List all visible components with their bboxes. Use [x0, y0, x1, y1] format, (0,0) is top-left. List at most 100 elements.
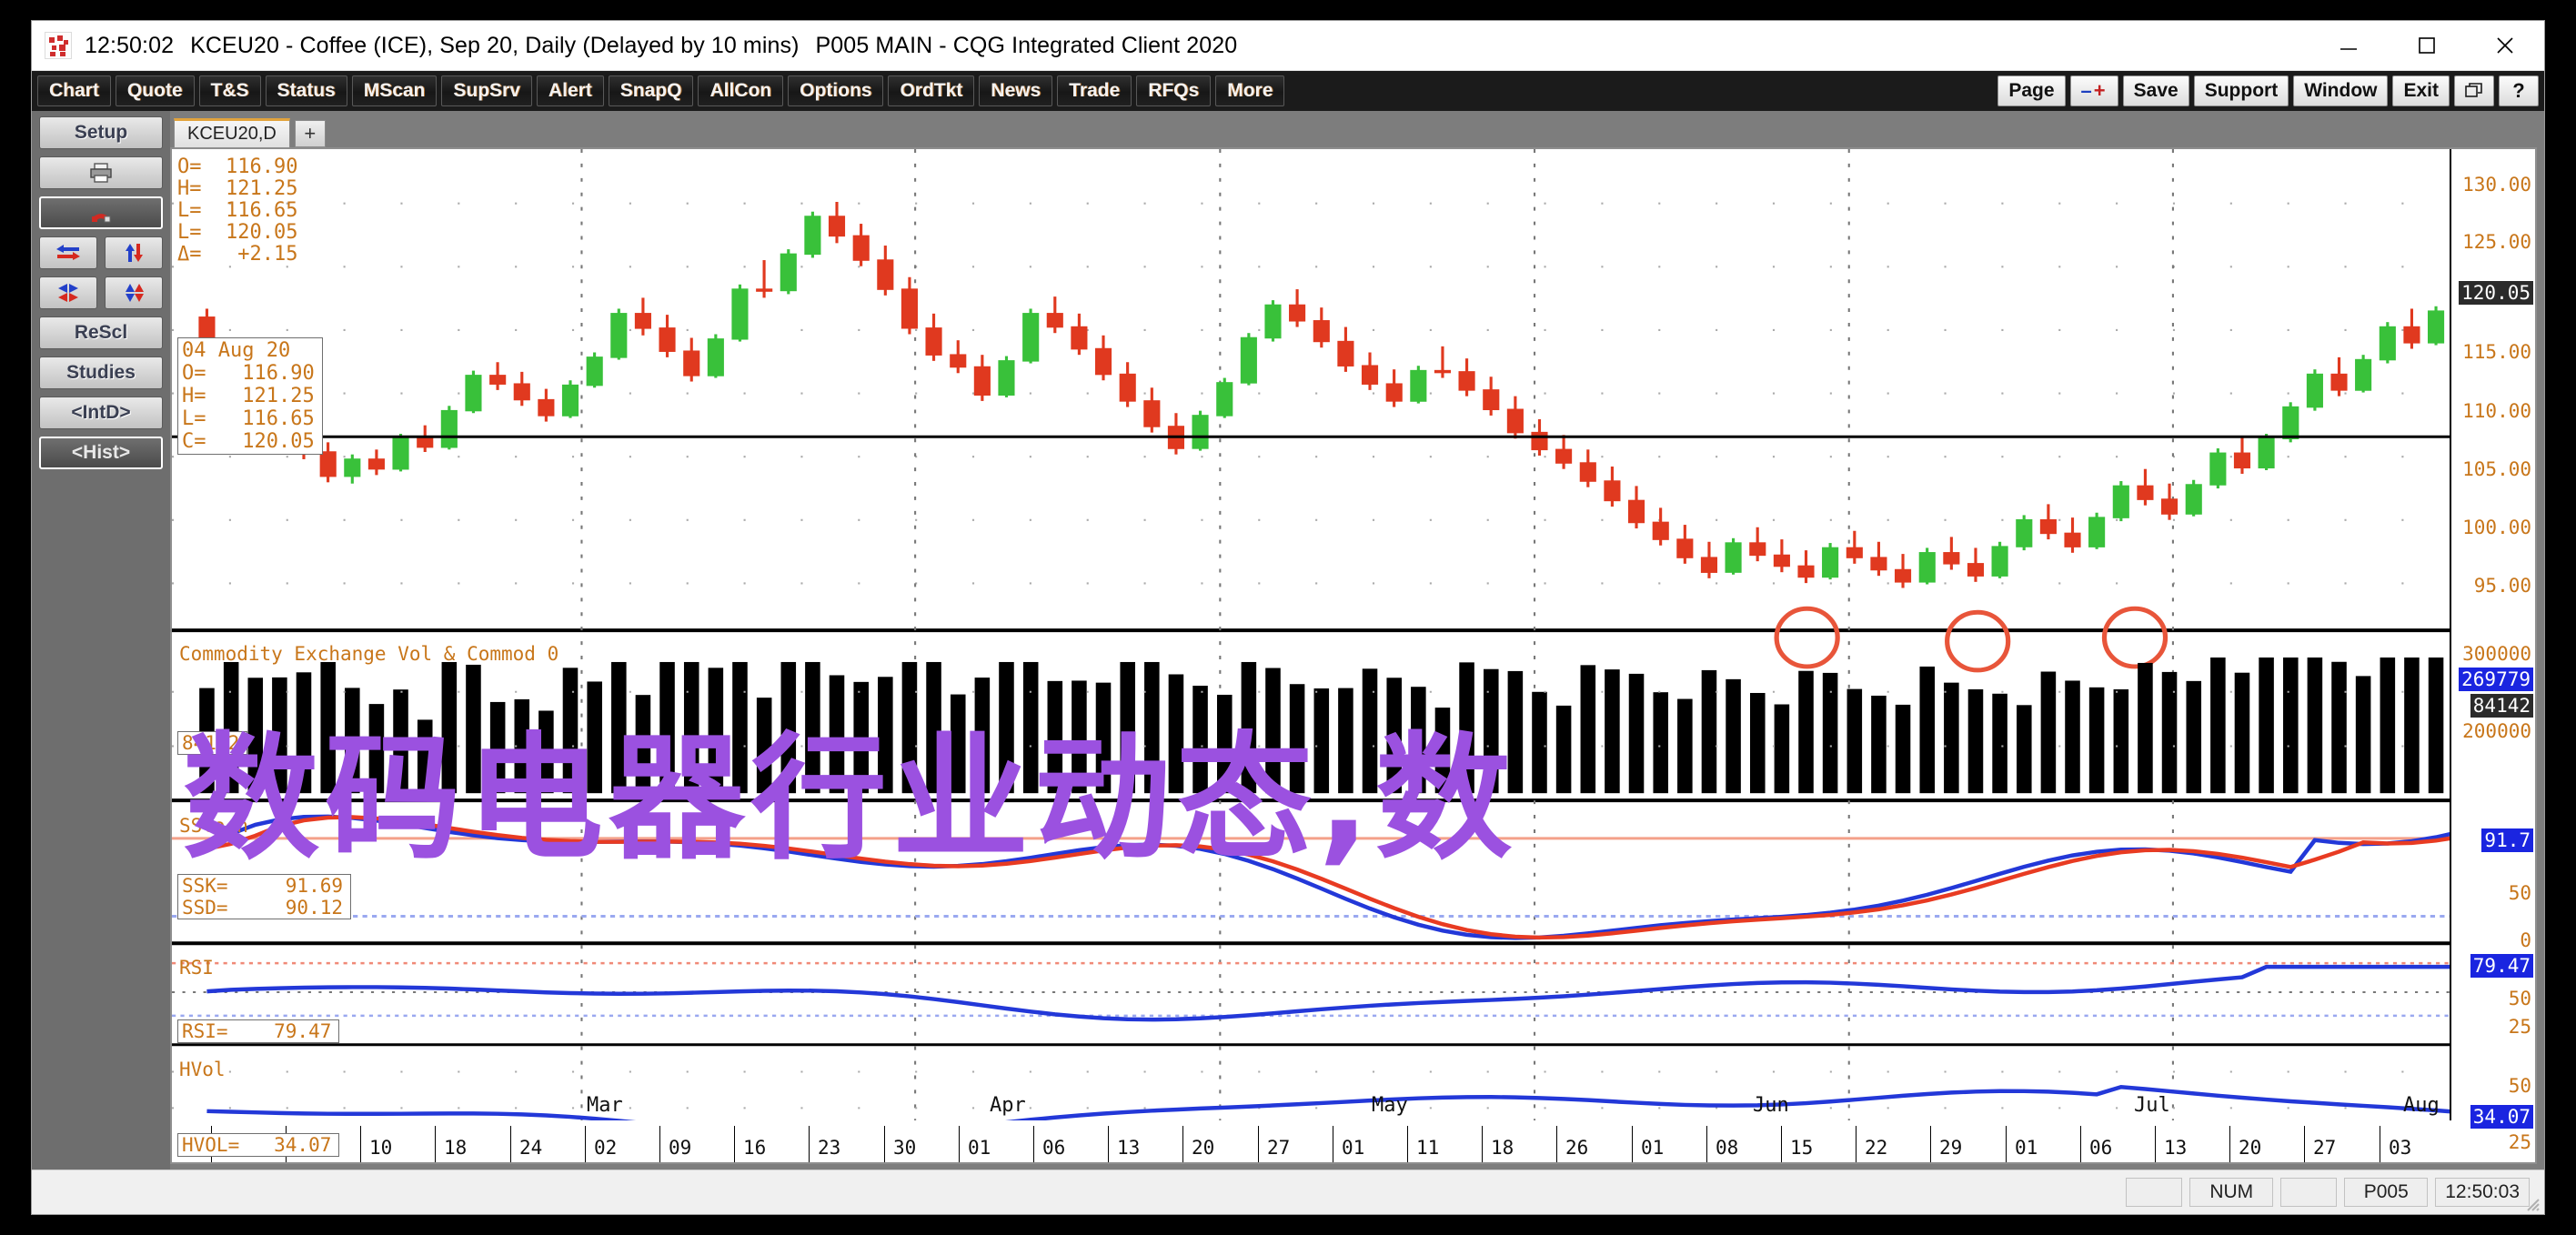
- cursor-close: C= 120.05: [182, 430, 315, 453]
- date-label: 06: [2089, 1137, 2113, 1159]
- title-bar: 12:50:02 KCEU20 - Coffee (ICE), Sep 20, D…: [32, 21, 2544, 71]
- price-tick-115: 115.00: [2462, 341, 2531, 363]
- date-axis[interactable]: Mar Apr May Jun Jul Aug 27 03 10 18 24 02 09 16 23 30 0…: [172, 1094, 2451, 1162]
- status-cell-empty-1: [2126, 1178, 2183, 1207]
- volume-current-value: 84142: [2470, 694, 2533, 718]
- toolbar-button-zoom-steppers[interactable]: –+: [2069, 75, 2118, 106]
- rsi-tick-50: 50: [2508, 988, 2531, 1009]
- month-label: Mar: [587, 1094, 623, 1117]
- date-label: 01: [2015, 1137, 2038, 1159]
- restore-window-icon[interactable]: [2454, 75, 2494, 106]
- toolbar-right-group: Page –+ Save Support Window Exit ?: [1993, 75, 2539, 106]
- toolbar-button-supsrv[interactable]: SupSrv: [441, 75, 532, 106]
- resize-grip-icon[interactable]: [2522, 1194, 2541, 1212]
- chart-tool-sidebar: Setup ReScl Studies <IntD> <Hist>: [32, 111, 170, 1170]
- date-label: 13: [2164, 1137, 2188, 1159]
- toolbar-button-rfqs[interactable]: RFQs: [1136, 75, 1212, 106]
- cqg-application-window: 12:50:02 KCEU20 - Coffee (ICE), Sep 20, D…: [31, 20, 2545, 1215]
- main-toolbar: Chart Quote T&S Status MScan SupSrv Aler…: [32, 71, 2544, 111]
- sstoch-highlight-value: 91.7: [2481, 828, 2533, 852]
- sidebar-button-studies[interactable]: Studies: [39, 356, 163, 389]
- price-tick-105: 105.00: [2462, 458, 2531, 480]
- date-label: 20: [1192, 1137, 1215, 1159]
- toolbar-button-news[interactable]: News: [979, 75, 1053, 106]
- plus-icon: +: [2093, 79, 2108, 102]
- date-label: 24: [519, 1137, 543, 1159]
- price-tick-95: 95.00: [2473, 575, 2531, 597]
- sidebar-button-magnet[interactable]: [39, 196, 163, 229]
- sidebar-button-compress-vertical[interactable]: [105, 276, 163, 309]
- help-icon[interactable]: ?: [2499, 75, 2539, 106]
- date-label: 13: [1117, 1137, 1141, 1159]
- add-tab-icon[interactable]: +: [294, 120, 326, 147]
- toolbar-button-trade[interactable]: Trade: [1057, 75, 1132, 106]
- toolbar-button-exit[interactable]: Exit: [2392, 75, 2450, 106]
- tab-kceu20-daily[interactable]: KCEU20,D: [174, 118, 290, 147]
- hvol-tick-25: 25: [2508, 1131, 2531, 1153]
- toolbar-button-ordtkt[interactable]: OrdTkt: [888, 75, 975, 106]
- toolbar-button-quote[interactable]: Quote: [115, 75, 195, 106]
- printer-icon: [90, 163, 112, 183]
- sidebar-button-expand-vertical[interactable]: [105, 236, 163, 269]
- date-label: 01: [1342, 1137, 1365, 1159]
- date-label: 27: [1267, 1137, 1291, 1159]
- date-label: 08: [1716, 1137, 1739, 1159]
- close-icon[interactable]: [2466, 21, 2544, 70]
- toolbar-button-ts[interactable]: T&S: [198, 75, 261, 106]
- sidebar-button-print[interactable]: [39, 156, 163, 189]
- status-cell-empty-2: [2280, 1178, 2338, 1207]
- price-last-label: 120.05: [2459, 281, 2533, 305]
- chart-canvas[interactable]: O= 116.90 H= 121.25 L= 116.65 L= 120.05 …: [170, 147, 2537, 1164]
- date-label: 15: [1790, 1137, 1814, 1159]
- date-label: 03: [2389, 1137, 2412, 1159]
- cursor-high: H= 121.25: [182, 385, 315, 407]
- sidebar-button-historical[interactable]: <Hist>: [39, 437, 163, 469]
- toolbar-button-status[interactable]: Status: [265, 75, 347, 106]
- maximize-icon[interactable]: [2388, 21, 2466, 70]
- sidebar-button-compress-horizontal[interactable]: [39, 276, 97, 309]
- date-label: 27: [2313, 1137, 2337, 1159]
- toolbar-button-allcon[interactable]: AllCon: [698, 75, 784, 106]
- study-label-sstoch: SStoch: [179, 815, 248, 837]
- title-clock: 12:50:02: [85, 32, 175, 58]
- date-label: 29: [1939, 1137, 1963, 1159]
- window-controls: [2309, 21, 2544, 70]
- month-label: Aug: [2403, 1094, 2440, 1117]
- volume-tick-300000: 300000: [2462, 643, 2531, 665]
- rsi-highlight-value: 79.47: [2470, 954, 2533, 978]
- price-tick-130: 130.00: [2462, 174, 2531, 196]
- date-label: 20: [2239, 1137, 2262, 1159]
- month-label: Apr: [990, 1094, 1026, 1117]
- date-label: 10: [369, 1137, 393, 1159]
- toolbar-button-options[interactable]: Options: [788, 75, 884, 106]
- status-cell-time: 12:50:03: [2435, 1178, 2530, 1207]
- cursor-open: O= 116.90: [182, 362, 315, 385]
- toolbar-button-save[interactable]: Save: [2122, 75, 2189, 106]
- study-label-volume: Commodity Exchange Vol & Commod 0: [179, 643, 559, 665]
- minimize-icon[interactable]: [2309, 21, 2388, 70]
- study-value-sstoch: SSK= 91.69 SSD= 90.12: [177, 874, 352, 919]
- toolbar-button-more[interactable]: More: [1215, 75, 1285, 106]
- minus-icon: –: [2080, 79, 2094, 102]
- toolbar-button-window[interactable]: Window: [2293, 75, 2389, 106]
- toolbar-button-support[interactable]: Support: [2193, 75, 2289, 106]
- study-label-hvol: HVol: [179, 1059, 226, 1080]
- hvol-highlight-value: 34.07: [2470, 1105, 2533, 1129]
- sidebar-button-intraday[interactable]: <IntD>: [39, 397, 163, 429]
- toolbar-button-snapq[interactable]: SnapQ: [608, 75, 694, 106]
- sidebar-arrow-row-1: [39, 236, 163, 276]
- sidebar-button-setup[interactable]: Setup: [39, 116, 163, 149]
- sidebar-button-expand-horizontal[interactable]: [39, 236, 97, 269]
- sidebar-button-rescale[interactable]: ReScl: [39, 316, 163, 349]
- price-tick-110: 110.00: [2462, 400, 2531, 422]
- toolbar-button-page[interactable]: Page: [1997, 75, 2066, 106]
- price-scale[interactable]: 130.00 125.00 120.05 115.00 110.00 105.0…: [2450, 149, 2535, 1162]
- date-label: 22: [1865, 1137, 1888, 1159]
- status-bar: NUM P005 12:50:03: [32, 1170, 2544, 1214]
- sidebar-arrow-row-2: [39, 276, 163, 316]
- status-cell-num: NUM: [2189, 1178, 2274, 1207]
- toolbar-button-mscan[interactable]: MScan: [351, 75, 438, 106]
- app-icon: [45, 32, 72, 59]
- toolbar-button-chart[interactable]: Chart: [37, 75, 111, 106]
- toolbar-button-alert[interactable]: Alert: [536, 75, 604, 106]
